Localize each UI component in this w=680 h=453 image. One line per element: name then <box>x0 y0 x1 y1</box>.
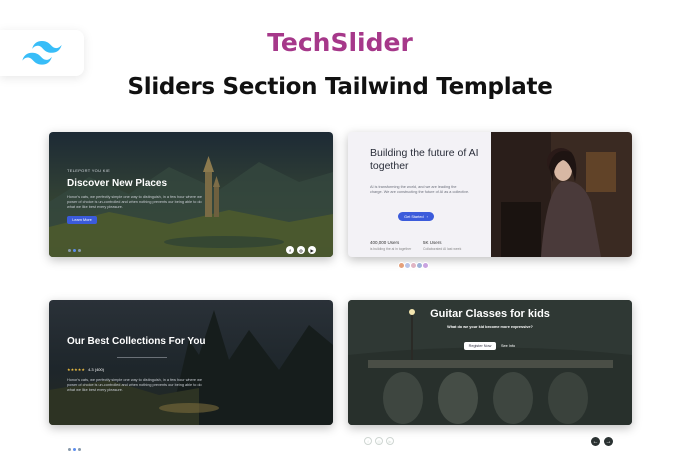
arrow-left-icon: ← <box>592 438 599 445</box>
slider-card-collections[interactable]: Our Best Collections For You ★★★★★ 4.3 (… <box>49 300 333 425</box>
facebook-icon[interactable]: f <box>286 246 294 254</box>
instagram-icon[interactable]: ◎ <box>375 437 383 445</box>
slide-paragraph: Honor's cats, we perfectly simple one wa… <box>67 195 202 209</box>
arrow-right-icon: › <box>426 214 428 219</box>
instagram-icon[interactable]: ◎ <box>297 246 305 254</box>
indicator-dot-active[interactable] <box>73 448 76 451</box>
avatar <box>422 262 429 269</box>
stat-collab-number: 5K Users <box>423 240 442 245</box>
slide-eyebrow: TELEPORT YOU KIE <box>67 168 111 173</box>
stat-users-number: 400,000 Users <box>370 240 400 245</box>
stat-collab-label: Collaborated AI last week <box>423 247 462 251</box>
rating: ★★★★★ 4.3 (400) <box>67 367 104 372</box>
get-started-button[interactable]: Get Started › <box>398 212 434 221</box>
youtube-icon[interactable]: ▶ <box>308 246 316 254</box>
prev-arrow-button[interactable]: ← <box>591 437 600 446</box>
social-links: f ◎ ▶ <box>286 246 316 254</box>
indicator-dot[interactable] <box>78 249 81 252</box>
get-started-label: Get Started <box>404 214 424 219</box>
carousel-indicators-bottom[interactable] <box>68 448 81 451</box>
page-subtitle: Sliders Section Tailwind Template <box>127 74 553 100</box>
facebook-icon[interactable]: f <box>364 437 372 445</box>
guitar-social-links: f ◎ ▶ <box>364 437 394 445</box>
next-arrow-button[interactable]: → <box>604 437 613 446</box>
indicator-dot[interactable] <box>68 249 71 252</box>
register-now-button[interactable]: Register Now <box>464 342 496 350</box>
slide-question: What do we your kid become more expressi… <box>447 325 533 329</box>
slide-paragraph: Honor's cats, we perfectly simple one wa… <box>67 378 202 392</box>
see-info-link[interactable]: See Info <box>501 344 515 348</box>
ai-photo <box>491 132 632 257</box>
slide-title: Building the future of AI together <box>370 147 479 172</box>
forest-scene <box>49 310 333 425</box>
slider-card-ai[interactable]: Building the future of AI together AI is… <box>348 132 632 257</box>
slide-title: Our Best Collections For You <box>67 336 206 347</box>
avatar-group <box>398 262 429 269</box>
slide-title: Guitar Classes for kids <box>430 308 550 320</box>
arrow-right-icon: → <box>605 438 612 445</box>
slider-card-discover[interactable]: TELEPORT YOU KIE Discover New Places Hon… <box>49 132 333 257</box>
indicator-dot[interactable] <box>68 448 71 451</box>
rating-value: 4.3 (400) <box>88 367 105 372</box>
indicator-dot[interactable] <box>78 448 81 451</box>
brand-title: TechSlider <box>267 28 413 57</box>
learn-more-button[interactable]: Learn More <box>67 216 97 224</box>
indicator-dot-active[interactable] <box>73 249 76 252</box>
rating-stars: ★★★★★ <box>67 367 85 372</box>
ai-content-panel: Building the future of AI together AI is… <box>348 132 491 257</box>
slide-title: Discover New Places <box>67 178 168 189</box>
title-divider <box>117 357 167 358</box>
carousel-indicators[interactable] <box>68 249 81 252</box>
slide-paragraph: AI is transforming the world, and we are… <box>370 185 470 194</box>
stat-users-label: is building the ai in together <box>370 247 412 251</box>
youtube-icon[interactable]: ▶ <box>386 437 394 445</box>
slider-card-guitar[interactable]: Guitar Classes for kids What do we your … <box>348 300 632 425</box>
